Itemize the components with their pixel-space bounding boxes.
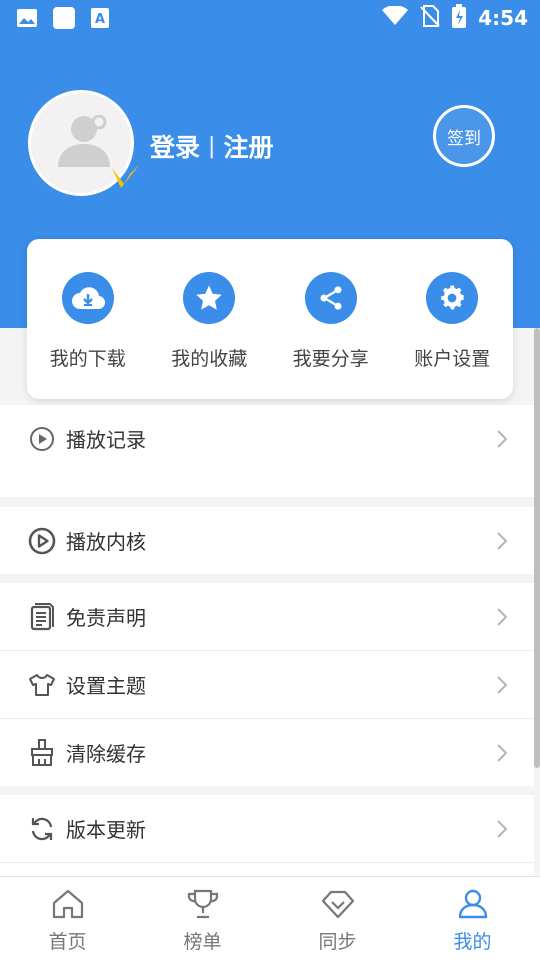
svg-text:A: A bbox=[95, 12, 105, 27]
register-link[interactable]: 注册 bbox=[223, 128, 273, 164]
chevron-right-icon bbox=[494, 743, 510, 763]
quick-action-share[interactable]: 我要分享 bbox=[270, 239, 392, 399]
battery-charging-icon bbox=[452, 4, 467, 32]
menu-section-update: 版本更新 bbox=[0, 795, 534, 876]
status-time: 4:54 bbox=[478, 6, 528, 30]
play-circle-bold-icon bbox=[28, 527, 56, 555]
no-sim-icon bbox=[420, 5, 440, 31]
home-icon bbox=[51, 889, 85, 923]
menu-item-version-update[interactable]: 版本更新 bbox=[0, 795, 534, 862]
person-icon bbox=[456, 889, 490, 923]
menu-item-label: 播放记录 bbox=[66, 428, 146, 452]
document-icon bbox=[28, 602, 56, 631]
chevron-right-icon bbox=[494, 429, 510, 449]
diamond-icon bbox=[321, 889, 355, 923]
chevron-right-icon bbox=[494, 675, 510, 695]
menu-divider bbox=[0, 862, 534, 863]
tab-mine[interactable]: 我的 bbox=[405, 877, 540, 960]
menu-item-player-core[interactable]: 播放内核 bbox=[0, 507, 534, 574]
chevron-right-icon bbox=[494, 531, 510, 551]
tab-label: 我的 bbox=[453, 931, 492, 953]
user-avatar-icon bbox=[56, 114, 112, 171]
tab-label: 同步 bbox=[318, 931, 357, 953]
tab-sync[interactable]: 同步 bbox=[270, 877, 405, 960]
tshirt-icon bbox=[28, 671, 56, 699]
quick-action-label: 我要分享 bbox=[292, 348, 369, 370]
menu-item-disclaimer[interactable]: 免责声明 bbox=[0, 583, 534, 650]
login-register: 登录 | 注册 bbox=[150, 128, 273, 164]
quick-action-downloads[interactable]: 我的下载 bbox=[27, 239, 149, 399]
login-link[interactable]: 登录 bbox=[150, 128, 200, 164]
menu-item-label: 免责声明 bbox=[66, 606, 146, 630]
menu-item-label: 播放内核 bbox=[66, 530, 146, 554]
chevron-right-icon bbox=[494, 607, 510, 627]
signin-button[interactable]: 签到 bbox=[433, 105, 495, 167]
image-icon bbox=[16, 7, 38, 33]
menu-item-label: 版本更新 bbox=[66, 818, 146, 842]
quick-action-label: 我的下载 bbox=[49, 348, 126, 370]
menu-section-history: 播放记录 bbox=[0, 405, 534, 497]
bottom-nav: 首页 榜单 同步 我的 bbox=[0, 876, 540, 960]
wifi-icon bbox=[382, 5, 409, 30]
quick-action-label: 我的收藏 bbox=[171, 348, 248, 370]
v-badge-icon bbox=[110, 162, 142, 190]
quick-action-label: 账户设置 bbox=[414, 348, 491, 370]
square-icon bbox=[52, 6, 76, 34]
login-separator: | bbox=[208, 133, 216, 159]
quick-actions-card: 我的下载 我的收藏 我要分享 账户设置 bbox=[27, 239, 513, 399]
star-icon bbox=[183, 272, 236, 324]
tab-label: 首页 bbox=[48, 931, 87, 953]
gear-icon bbox=[426, 272, 479, 324]
status-bar: A 4:54 bbox=[0, 0, 540, 36]
menu-item-label: 设置主题 bbox=[66, 674, 146, 698]
menu-item-theme[interactable]: 设置主题 bbox=[0, 651, 534, 718]
tab-home[interactable]: 首页 bbox=[0, 877, 135, 960]
tab-label: 榜单 bbox=[183, 931, 222, 953]
play-circle-icon bbox=[28, 425, 56, 453]
broom-icon bbox=[28, 738, 56, 767]
menu-section-player: 播放内核 bbox=[0, 507, 534, 574]
cloud-download-icon bbox=[61, 272, 114, 324]
chevron-right-icon bbox=[494, 819, 510, 839]
trophy-icon bbox=[186, 889, 220, 923]
text-a-icon: A bbox=[90, 7, 110, 33]
menu-section-general: 免责声明 设置主题 清除缓存 bbox=[0, 583, 534, 786]
tab-ranking[interactable]: 榜单 bbox=[135, 877, 270, 960]
share-icon bbox=[304, 272, 357, 324]
menu-item-label: 清除缓存 bbox=[66, 742, 146, 766]
scrollbar[interactable] bbox=[534, 328, 540, 768]
refresh-icon bbox=[28, 815, 56, 843]
menu-item-play-history[interactable]: 播放记录 bbox=[0, 405, 534, 472]
quick-action-settings[interactable]: 账户设置 bbox=[392, 239, 514, 399]
quick-action-favorites[interactable]: 我的收藏 bbox=[149, 239, 271, 399]
menu-item-clear-cache[interactable]: 清除缓存 bbox=[0, 719, 534, 786]
